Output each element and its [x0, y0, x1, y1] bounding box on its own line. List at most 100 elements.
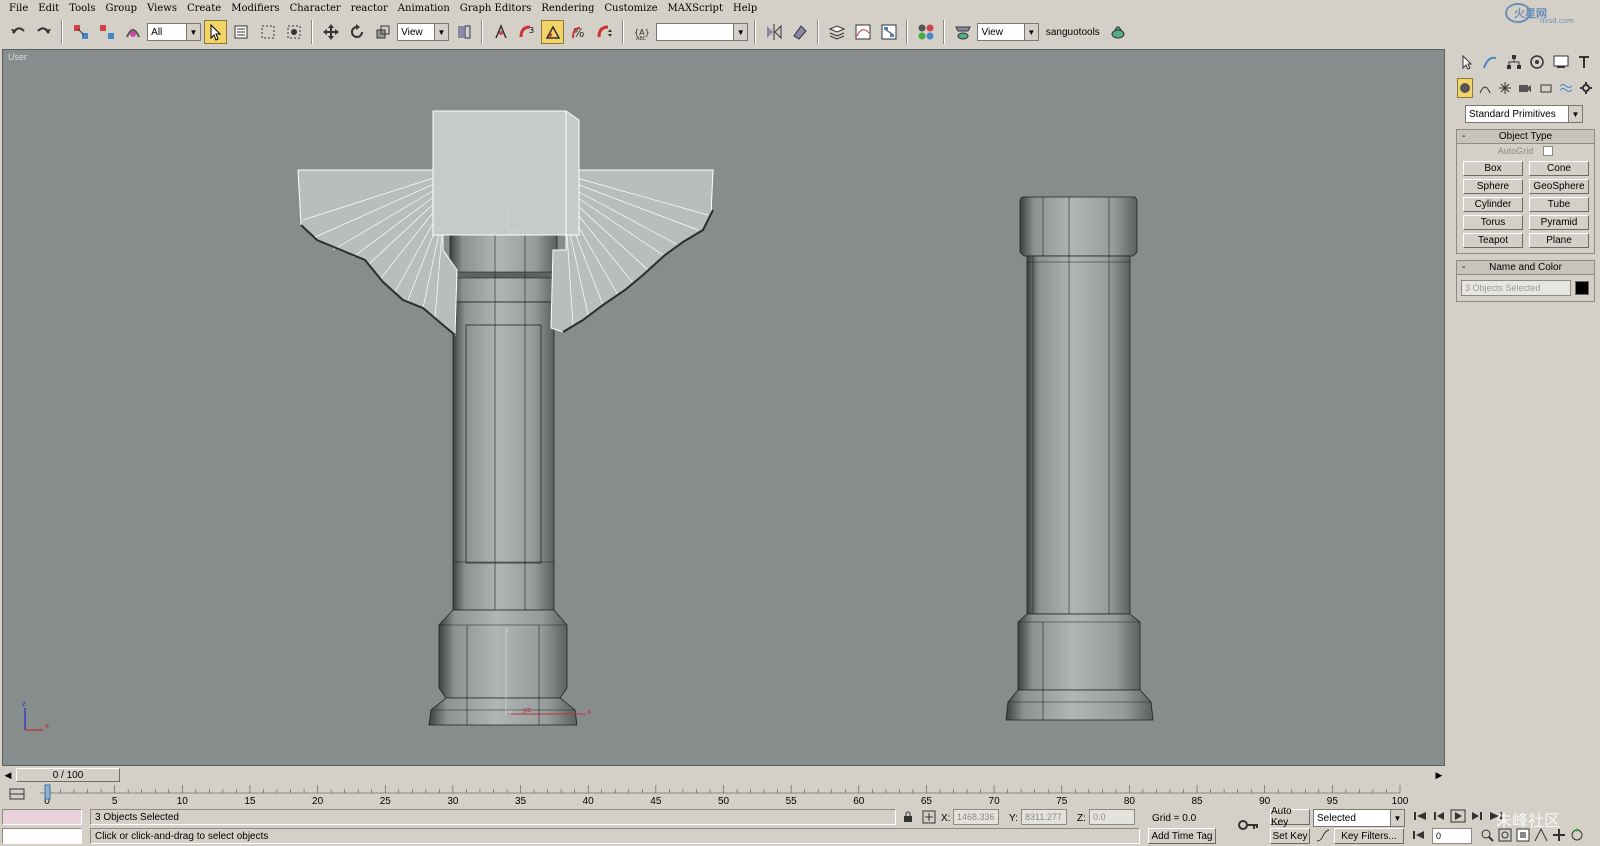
menu-edit[interactable]: Edit: [33, 3, 64, 14]
cone-button[interactable]: Cone: [1529, 161, 1589, 176]
select-link-icon[interactable]: [69, 20, 92, 44]
quick-render-icon[interactable]: [1107, 20, 1130, 44]
scene-canvas[interactable]: z y x z y yz x z x: [3, 50, 1445, 766]
geosphere-button[interactable]: GeoSphere: [1529, 179, 1589, 194]
menu-modifiers[interactable]: Modifiers: [226, 3, 284, 14]
add-time-tag-button[interactable]: Add Time Tag: [1148, 828, 1216, 844]
torus-button[interactable]: Torus: [1463, 215, 1523, 230]
shapes-icon[interactable]: [1477, 78, 1493, 98]
set-key-button[interactable]: Set Key: [1270, 828, 1310, 844]
menu-views[interactable]: Views: [142, 3, 182, 14]
create-tab-icon[interactable]: [1457, 52, 1477, 72]
arc-rotate-icon[interactable]: [1570, 828, 1584, 845]
unlink-icon[interactable]: [95, 20, 118, 44]
motion-tab-icon[interactable]: [1528, 52, 1548, 72]
z-coord-field[interactable]: 0.0: [1089, 809, 1135, 825]
key-icon[interactable]: [1238, 817, 1260, 836]
move-icon[interactable]: [319, 20, 342, 44]
schematic-icon[interactable]: [877, 20, 900, 44]
menu-graph-editors[interactable]: Graph Editors: [455, 3, 537, 14]
autogrid-checkbox[interactable]: [1543, 146, 1554, 156]
tube-button[interactable]: Tube: [1529, 197, 1589, 212]
menu-group[interactable]: Group: [100, 3, 142, 14]
mirror-icon[interactable]: [762, 20, 785, 44]
key-filters-button[interactable]: Key Filters...: [1334, 828, 1404, 844]
rotate-icon[interactable]: [345, 20, 368, 44]
snap-3d-icon[interactable]: 3: [515, 20, 538, 44]
angle-snap-icon[interactable]: [541, 20, 565, 44]
menu-help[interactable]: Help: [728, 3, 762, 14]
chevron-right-icon[interactable]: ▶: [1433, 768, 1445, 782]
edit-named-selection-icon[interactable]: {A} ABC: [630, 20, 653, 44]
chevron-left-icon[interactable]: ◀: [2, 768, 14, 782]
object-color-swatch[interactable]: [1575, 281, 1589, 295]
maxscript-input-mini[interactable]: [2, 828, 82, 844]
object-type-header[interactable]: - Object Type: [1457, 130, 1594, 144]
align-icon[interactable]: [788, 20, 811, 44]
selection-filter-dropdown[interactable]: All ▼: [147, 23, 201, 41]
render-type-dropdown[interactable]: View ▼: [977, 23, 1039, 41]
lock-icon[interactable]: [902, 811, 914, 826]
systems-icon[interactable]: [1578, 78, 1594, 98]
auto-key-button[interactable]: Auto Key: [1270, 806, 1310, 828]
track-bar[interactable]: 0 5 10 15 20 25 30 35 40 45 50 55 60 65 70 75 80 85 90 95 10…: [0, 783, 1420, 807]
helpers-icon[interactable]: [1538, 78, 1554, 98]
cylinder-button[interactable]: Cylinder: [1463, 197, 1523, 212]
zoom-icon[interactable]: [1480, 828, 1494, 845]
current-frame-field[interactable]: 0: [1432, 828, 1472, 844]
menu-customize[interactable]: Customize: [599, 3, 662, 14]
display-tab-icon[interactable]: [1551, 52, 1571, 72]
absolute-mode-icon[interactable]: [922, 810, 936, 827]
rect-selection-icon[interactable]: [256, 20, 279, 44]
reference-coord-dropdown[interactable]: View ▼: [397, 23, 449, 41]
menu-character[interactable]: Character: [285, 3, 346, 14]
x-coord-field[interactable]: 1468.336: [953, 809, 999, 825]
teapot-button[interactable]: Teapot: [1463, 233, 1523, 248]
key-mode-dropdown[interactable]: Selected ▼: [1313, 809, 1405, 827]
object-name-field[interactable]: 3 Objects Selected: [1461, 280, 1571, 296]
window-crossing-icon[interactable]: [282, 20, 305, 44]
right-column[interactable]: [1005, 196, 1154, 721]
geometry-icon[interactable]: [1457, 78, 1474, 98]
user-tool-label[interactable]: sanguotools: [1042, 27, 1104, 38]
hierarchy-tab-icon[interactable]: [1504, 52, 1524, 72]
maxscript-listener-mini[interactable]: [2, 809, 82, 825]
layer-icon[interactable]: [825, 20, 848, 44]
bind-space-warp-icon[interactable]: [121, 20, 144, 44]
key-tangent-icon[interactable]: [1316, 829, 1330, 846]
percent-snap-icon[interactable]: %: [567, 20, 590, 44]
time-slider-track[interactable]: 0 / 100: [14, 768, 1433, 782]
previous-frame-icon[interactable]: [1431, 809, 1447, 826]
left-column[interactable]: z y x z y yz x: [297, 110, 714, 726]
time-slider-thumb[interactable]: 0 / 100: [16, 768, 120, 782]
menu-reactor[interactable]: reactor: [346, 3, 393, 14]
material-editor-icon[interactable]: [914, 20, 937, 44]
menu-create[interactable]: Create: [182, 3, 226, 14]
cameras-icon[interactable]: [1517, 78, 1533, 98]
manipulate-icon[interactable]: [489, 20, 512, 44]
menu-rendering[interactable]: Rendering: [536, 3, 599, 14]
select-object-icon[interactable]: [203, 20, 227, 44]
space-warps-icon[interactable]: [1558, 78, 1574, 98]
pyramid-button[interactable]: Pyramid: [1529, 215, 1589, 230]
menu-animation[interactable]: Animation: [393, 3, 455, 14]
box-button[interactable]: Box: [1463, 161, 1523, 176]
undo-icon[interactable]: [6, 20, 29, 44]
utilities-tab-icon[interactable]: [1575, 52, 1595, 72]
render-scene-icon[interactable]: [951, 20, 974, 44]
modify-tab-icon[interactable]: [1481, 52, 1501, 72]
next-frame-icon[interactable]: [1469, 809, 1485, 826]
viewport-user[interactable]: User z y x z y yz x z x: [2, 49, 1445, 766]
pivot-icon[interactable]: [452, 20, 475, 44]
name-color-header[interactable]: - Name and Color: [1457, 261, 1594, 275]
key-mode-toggle-icon[interactable]: [1412, 829, 1426, 844]
curve-editor-icon[interactable]: [851, 20, 874, 44]
lights-icon[interactable]: [1497, 78, 1513, 98]
y-coord-field[interactable]: 8311.277: [1021, 809, 1067, 825]
primitive-category-dropdown[interactable]: Standard Primitives ▼: [1465, 105, 1583, 123]
menu-tools[interactable]: Tools: [64, 3, 100, 14]
menu-file[interactable]: File: [4, 3, 33, 14]
menu-maxscript[interactable]: MAXScript: [663, 3, 728, 14]
plane-button[interactable]: Plane: [1529, 233, 1589, 248]
named-selection-dropdown[interactable]: ▼: [656, 23, 749, 41]
